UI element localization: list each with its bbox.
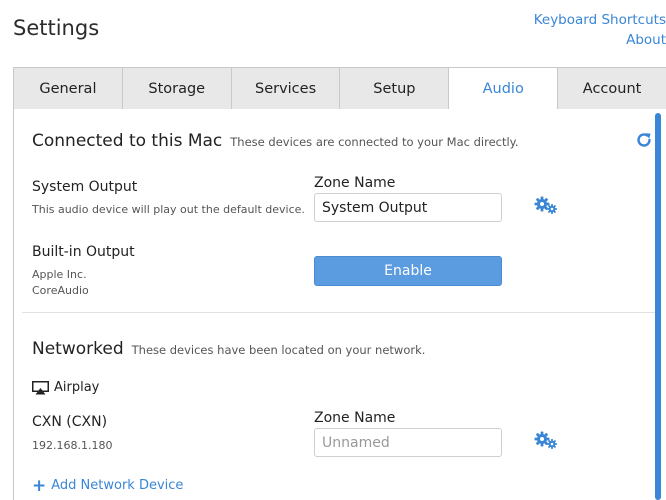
networked-section-title: Networked These devices have been located… bbox=[32, 339, 425, 359]
connected-title: Connected to this Mac bbox=[32, 131, 223, 151]
settings-tabs: General Storage Services Setup Audio Acc… bbox=[13, 67, 666, 110]
airplay-group: Airplay bbox=[32, 380, 99, 395]
tab-storage[interactable]: Storage bbox=[121, 67, 231, 110]
device-description: This audio device will play out the defa… bbox=[32, 203, 305, 216]
zone-name-input-cxn[interactable] bbox=[314, 428, 502, 457]
gear-icon[interactable] bbox=[533, 430, 559, 450]
top-links: Keyboard Shortcuts About bbox=[534, 10, 666, 50]
plus-icon: + bbox=[32, 475, 47, 496]
networked-subtitle: These devices have been located on your … bbox=[131, 343, 426, 357]
zone-name-label: Zone Name bbox=[314, 175, 396, 191]
tab-audio[interactable]: Audio bbox=[448, 67, 558, 110]
page-title: Settings bbox=[13, 16, 100, 40]
device-name-system-output: System Output bbox=[32, 179, 138, 195]
airplay-icon bbox=[32, 380, 49, 394]
tab-services[interactable]: Services bbox=[230, 67, 340, 110]
networked-title: Networked bbox=[32, 339, 124, 359]
about-link[interactable]: About bbox=[534, 30, 666, 50]
refresh-icon[interactable] bbox=[635, 131, 653, 149]
tab-account[interactable]: Account bbox=[557, 67, 666, 110]
device-ip: 192.168.1.180 bbox=[32, 439, 113, 452]
tab-general[interactable]: General bbox=[13, 67, 122, 110]
gear-icon[interactable] bbox=[533, 195, 559, 215]
connected-section-title: Connected to this Mac These devices are c… bbox=[32, 131, 519, 151]
section-divider bbox=[22, 312, 656, 313]
device-driver: CoreAudio bbox=[32, 284, 89, 297]
scrollbar[interactable] bbox=[655, 113, 661, 500]
zone-name-input-system-output[interactable] bbox=[314, 193, 502, 222]
connected-subtitle: These devices are connected to your Mac … bbox=[230, 135, 519, 149]
device-vendor: Apple Inc. bbox=[32, 268, 87, 281]
device-name-cxn: CXN (CXN) bbox=[32, 414, 108, 430]
add-network-device-label: Add Network Device bbox=[51, 478, 184, 493]
add-network-device-link[interactable]: + Add Network Device bbox=[32, 475, 184, 496]
airplay-label: Airplay bbox=[54, 380, 100, 395]
zone-name-label: Zone Name bbox=[314, 410, 396, 426]
enable-button[interactable]: Enable bbox=[314, 256, 502, 286]
device-name-built-in-output: Built-in Output bbox=[32, 244, 135, 260]
tab-setup[interactable]: Setup bbox=[339, 67, 449, 110]
keyboard-shortcuts-link[interactable]: Keyboard Shortcuts bbox=[534, 10, 666, 30]
